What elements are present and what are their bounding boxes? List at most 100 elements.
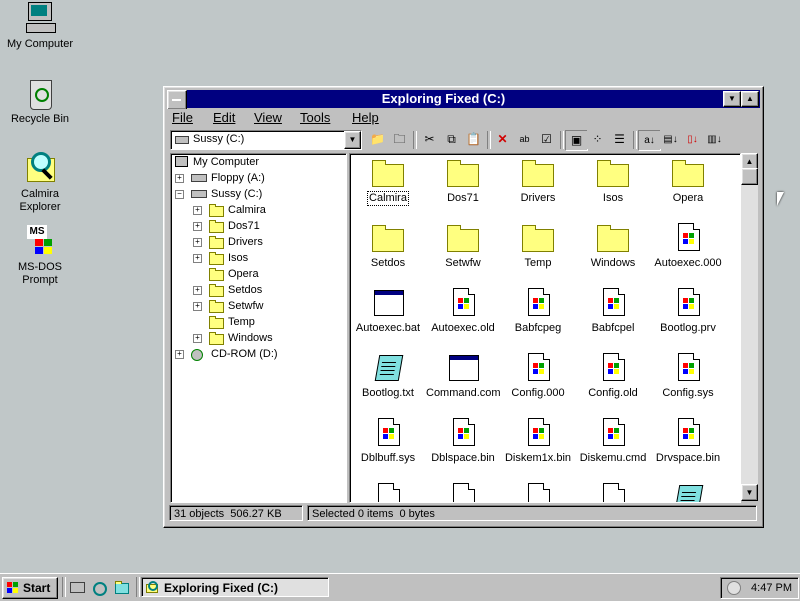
folder-icon — [209, 316, 224, 329]
small-icons-icon[interactable]: ⁘ — [587, 130, 608, 149]
taskbar-button-explorer[interactable]: Exploring Fixed (C:) — [141, 577, 329, 597]
up-folder-icon[interactable]: 📁 — [367, 130, 388, 149]
list-icon[interactable]: ☰ — [609, 130, 630, 149]
sort-size-icon[interactable]: ▯↓ — [682, 130, 703, 149]
file-item-partial[interactable] — [425, 481, 501, 502]
properties-icon[interactable]: ☑ — [536, 130, 557, 149]
maximize-button[interactable]: ▲ — [741, 91, 759, 107]
file-name: Dblspace.bin — [431, 452, 495, 464]
file-item[interactable]: Setdos — [350, 221, 426, 270]
vertical-scrollbar[interactable]: ▲ ▼ — [741, 153, 758, 501]
tree-item-label: Calmira — [228, 204, 266, 216]
file-item[interactable]: Opera — [650, 156, 726, 205]
start-button[interactable]: Start — [2, 577, 58, 599]
window-title: Exploring Fixed (C:) — [381, 91, 506, 106]
file-item-partial[interactable] — [500, 481, 576, 502]
sort-name-icon[interactable]: a↓ — [638, 130, 661, 151]
file-item[interactable]: Diskemu.cmd — [575, 416, 651, 465]
quick-launch-printer-icon[interactable] — [70, 582, 85, 593]
folder-icon — [209, 284, 224, 297]
file-item[interactable]: Command.com — [425, 351, 501, 400]
expand-icon[interactable]: + — [175, 350, 184, 359]
rename-icon[interactable]: ab — [514, 130, 535, 149]
delete-icon[interactable]: ✕ — [492, 130, 513, 149]
file-item[interactable]: Config.sys — [650, 351, 726, 400]
file-name: Bootlog.txt — [362, 387, 414, 399]
file-item[interactable]: Drvspace.bin — [650, 416, 726, 465]
file-item[interactable]: Setwfw — [425, 221, 501, 270]
tree-item-label: Floppy (A:) — [211, 172, 265, 184]
notepad-icon — [672, 481, 704, 502]
chevron-down-icon[interactable]: ▼ — [344, 131, 361, 149]
file-item[interactable]: Autoexec.bat — [350, 286, 426, 335]
speaker-icon[interactable] — [727, 581, 741, 595]
collapse-icon[interactable]: − — [175, 190, 184, 199]
tree-item-label: Temp — [228, 316, 255, 328]
file-name: Drivers — [520, 192, 556, 204]
desktop-icon-recycle-bin[interactable]: Recycle Bin — [0, 77, 80, 126]
menu-tools[interactable]: Tools — [300, 110, 330, 126]
menu-view[interactable]: View — [254, 110, 282, 126]
file-item[interactable]: Autoexec.old — [425, 286, 501, 335]
sort-type-icon[interactable]: ▤↓ — [660, 130, 681, 149]
file-item[interactable]: Diskem1x.bin — [500, 416, 576, 465]
menu-view-label: View — [254, 110, 282, 125]
file-item[interactable]: Dos71 — [425, 156, 501, 205]
file-item[interactable]: Babfcpeg — [500, 286, 576, 335]
file-name: Windows — [590, 257, 636, 269]
file-item-partial[interactable] — [350, 481, 426, 502]
file-item[interactable]: Drivers — [500, 156, 576, 205]
file-item[interactable]: Isos — [575, 156, 651, 205]
expand-icon[interactable]: + — [193, 206, 202, 215]
copy-icon[interactable]: ⧉ — [441, 130, 462, 149]
file-item[interactable]: Babfcpel — [575, 286, 651, 335]
system-tray: 4:47 PM — [720, 577, 799, 599]
expand-icon[interactable]: + — [193, 222, 202, 231]
folder-tree[interactable]: My Computer + Floppy (A:) − Sussy (C:) +… — [170, 153, 347, 503]
menu-help[interactable]: Help — [352, 110, 379, 126]
calmira-explorer-icon — [146, 581, 158, 593]
file-item[interactable]: Config.old — [575, 351, 651, 400]
expand-icon[interactable]: + — [193, 302, 202, 311]
file-item[interactable]: Windows — [575, 221, 651, 270]
minimize-button[interactable]: ▼ — [723, 91, 741, 107]
file-item-partial[interactable] — [650, 481, 726, 502]
desktop-icon-my-computer[interactable]: My Computer — [0, 2, 80, 51]
file-item[interactable]: Dblspace.bin — [425, 416, 501, 465]
file-item[interactable]: Temp — [500, 221, 576, 270]
status-object-count: 31 objects 506.27 KB — [169, 505, 303, 521]
tree-item-label: Drivers — [228, 236, 263, 248]
menu-file[interactable]: File — [172, 110, 193, 126]
expand-icon[interactable]: + — [193, 254, 202, 263]
file-item[interactable]: Dblbuff.sys — [350, 416, 426, 465]
file-item[interactable]: Bootlog.prv — [650, 286, 726, 335]
quick-launch-folder-icon[interactable] — [114, 579, 130, 595]
large-icons-icon[interactable]: ▣ — [565, 130, 588, 151]
scroll-thumb[interactable] — [741, 168, 758, 185]
expand-icon[interactable]: + — [175, 174, 184, 183]
file-item[interactable]: Calmira — [350, 156, 426, 206]
menu-edit[interactable]: Edit — [213, 110, 235, 126]
desktop-icon-ms-dos-prompt[interactable]: MS MS-DOS Prompt — [0, 225, 80, 287]
toolbar-separator — [487, 131, 491, 149]
quick-launch-explorer-icon[interactable] — [92, 579, 108, 596]
taskbar-button-label: Exploring Fixed (C:) — [164, 581, 278, 595]
expand-icon[interactable]: + — [193, 334, 202, 343]
drive-selector[interactable]: Sussy (C:) ▼ — [170, 130, 362, 150]
desktop-icon-calmira-explorer[interactable]: Calmira Explorer — [0, 152, 80, 214]
file-item[interactable]: Bootlog.txt — [350, 351, 426, 400]
title-bar[interactable]: Exploring Fixed (C:) ▼ ▲ — [167, 90, 760, 110]
expand-icon[interactable]: + — [193, 286, 202, 295]
new-folder-icon[interactable]: 🗀 — [389, 130, 410, 149]
file-list[interactable]: Calmira Dos71 Drivers Isos Opera Setdos Setwfw… — [349, 153, 741, 503]
expand-icon[interactable]: + — [193, 238, 202, 247]
file-item-partial[interactable] — [575, 481, 651, 502]
file-item[interactable]: Autoexec.000 — [650, 221, 726, 270]
clock[interactable]: 4:47 PM — [751, 580, 792, 596]
sort-date-icon[interactable]: ▥↓ — [704, 130, 725, 149]
file-item[interactable]: Config.000 — [500, 351, 576, 400]
scroll-down-button[interactable]: ▼ — [741, 484, 758, 501]
cut-icon[interactable]: ✂ — [419, 130, 440, 149]
system-file-icon — [597, 351, 629, 383]
paste-icon[interactable]: 📋 — [463, 130, 484, 149]
